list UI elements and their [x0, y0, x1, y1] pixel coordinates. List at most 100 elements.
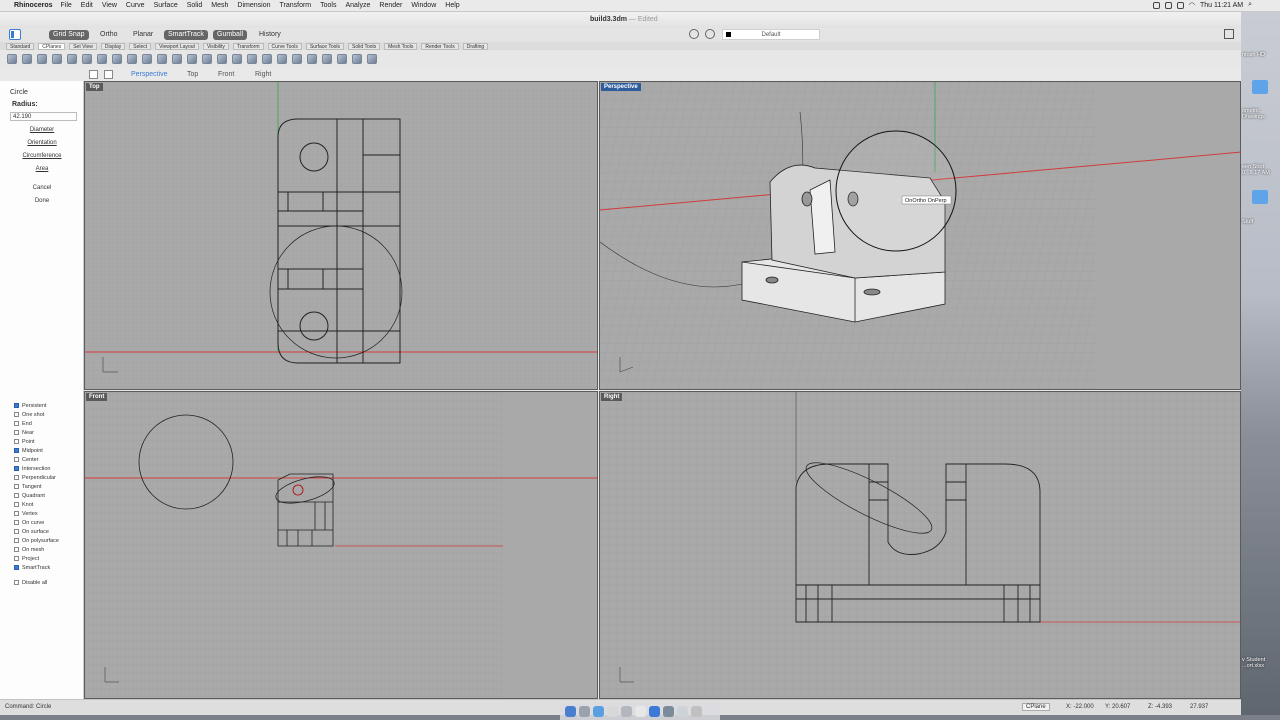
toolbar-tab[interactable]: Viewport Layout [155, 42, 199, 50]
battery-icon[interactable] [1176, 1, 1184, 9]
tool-button-icon[interactable] [52, 53, 62, 64]
menu-analyze[interactable]: Analyze [345, 2, 370, 9]
folder-icon[interactable] [1252, 190, 1268, 204]
viewport-right[interactable]: Right [599, 391, 1241, 699]
folder-icon[interactable] [1252, 80, 1268, 94]
osnap-item[interactable]: Vertex [14, 511, 38, 518]
cplane-select[interactable]: CPlane [1022, 703, 1050, 711]
tool-button-icon[interactable] [37, 53, 47, 64]
checkbox-icon[interactable] [14, 430, 19, 435]
osnap-item[interactable]: Tangent [14, 484, 42, 491]
viewport-label-right[interactable]: Right [601, 393, 623, 401]
checkbox-icon[interactable] [14, 529, 19, 534]
menu-solid[interactable]: Solid [187, 2, 203, 9]
disable-all-checkbox[interactable]: Disable all [14, 580, 47, 587]
toolbar-tab[interactable]: Render Tools [421, 42, 459, 50]
safari-icon[interactable] [593, 706, 604, 717]
checkbox-icon[interactable] [14, 502, 19, 507]
toolbar-tab[interactable]: Standard [6, 42, 35, 50]
toolbar-tab[interactable]: Display [100, 42, 126, 50]
tool-button-icon[interactable] [322, 53, 332, 64]
diameter-option[interactable]: Diameter [0, 127, 84, 133]
command-line[interactable]: Command: Circle [5, 704, 51, 710]
checkbox-icon[interactable] [14, 448, 19, 453]
tool-button-icon[interactable] [262, 53, 272, 64]
tool-button-icon[interactable] [187, 53, 197, 64]
panel-toggle-icon[interactable] [1224, 29, 1234, 39]
tool-button-icon[interactable] [352, 53, 362, 64]
area-option[interactable]: Area [0, 166, 84, 172]
checkbox-icon[interactable] [14, 403, 19, 408]
settings-icon[interactable] [621, 706, 632, 717]
tool-button-icon[interactable] [337, 53, 347, 64]
display-mode-select[interactable]: Default [722, 29, 820, 40]
osnap-item[interactable]: Persistent [14, 403, 46, 410]
sync-icon[interactable] [1164, 1, 1172, 9]
toolbar-tab[interactable]: CPlanes [38, 42, 66, 50]
layout-1-icon[interactable] [104, 70, 113, 79]
menu-render[interactable]: Render [379, 2, 402, 9]
checkbox-icon[interactable] [14, 412, 19, 417]
menu-window[interactable]: Window [411, 2, 436, 9]
toolbar-tab[interactable]: Drafting [462, 42, 489, 50]
layout-4-icon[interactable] [89, 70, 98, 79]
ortho-toggle[interactable]: Ortho [96, 30, 122, 40]
notes-icon[interactable] [635, 706, 646, 717]
osnap-item[interactable]: Perpendicular [14, 475, 56, 482]
toolbar-tab[interactable]: Mesh Tools [384, 42, 418, 50]
grid-snap-toggle[interactable]: Grid Snap [49, 30, 89, 40]
desktop-item-hd[interactable]: ntosh HD [1242, 52, 1265, 58]
tab-front[interactable]: Front [218, 71, 234, 78]
orientation-option[interactable]: Orientation [0, 140, 84, 146]
launchpad-icon[interactable] [579, 706, 590, 717]
checkbox-icon[interactable] [14, 457, 19, 462]
checkbox-icon[interactable] [14, 493, 19, 498]
menu-dimension[interactable]: Dimension [237, 2, 270, 9]
osnap-item[interactable]: SmartTrack [14, 565, 50, 572]
app-icon[interactable] [649, 706, 660, 717]
osnap-item[interactable]: Intersection [14, 466, 50, 473]
tab-top[interactable]: Top [187, 71, 198, 78]
viewport-label-top[interactable]: Top [86, 83, 103, 91]
gumball-toggle[interactable]: Gumball [213, 30, 248, 40]
checkbox-icon[interactable] [14, 520, 19, 525]
osnap-item[interactable]: Near [14, 430, 34, 437]
chrome-icon[interactable] [607, 706, 618, 717]
menu-transform[interactable]: Transform [280, 2, 312, 9]
dropbox-icon[interactable] [1152, 1, 1160, 9]
tool-button-icon[interactable] [247, 53, 257, 64]
osnap-item[interactable]: End [14, 421, 32, 428]
toolbar-tab[interactable]: Transform [232, 42, 264, 50]
osnap-item[interactable]: On surface [14, 529, 49, 536]
tool-button-icon[interactable] [307, 53, 317, 64]
checkbox-icon[interactable] [14, 580, 19, 585]
desktop-item-drawings[interactable]: ometric Drawings [1242, 108, 1276, 120]
osnap-item[interactable]: Point [14, 439, 35, 446]
checkbox-icon[interactable] [14, 466, 19, 471]
tool-button-icon[interactable] [202, 53, 212, 64]
radius-input[interactable]: 42.190 [10, 112, 77, 121]
toolbar-tab[interactable]: Curve Tools [267, 42, 302, 50]
checkbox-icon[interactable] [14, 511, 19, 516]
files-icon[interactable] [677, 706, 688, 717]
smarttrack-toggle[interactable]: SmartTrack [164, 30, 208, 40]
undo-icon[interactable] [689, 29, 699, 39]
done-button[interactable]: Done [0, 198, 84, 204]
viewport-perspective[interactable]: Perspective OnOrtho OnPerp [599, 81, 1241, 390]
osnap-item[interactable]: One shot [14, 412, 44, 419]
toolbar-tab[interactable]: Visibility [202, 42, 229, 50]
checkbox-icon[interactable] [14, 475, 19, 480]
toolbar-tab[interactable]: Surface Tools [305, 42, 345, 50]
toolbar-tab[interactable]: Solid Tools [348, 42, 381, 50]
viewport-top[interactable]: Top [84, 81, 598, 390]
app-menu[interactable]: Rhinoceros [14, 2, 53, 9]
trash-icon[interactable] [691, 706, 702, 717]
osnap-item[interactable]: Quadrant [14, 493, 45, 500]
menu-surface[interactable]: Surface [154, 2, 178, 9]
checkbox-icon[interactable] [14, 565, 19, 570]
search-icon[interactable]: ⌕ [1248, 1, 1252, 9]
target-icon[interactable] [705, 29, 715, 39]
tool-button-icon[interactable] [277, 53, 287, 64]
desktop-item-screenshot[interactable]: een Shot 0...8.17 AM [1242, 164, 1280, 176]
planar-toggle[interactable]: Planar [129, 30, 157, 40]
